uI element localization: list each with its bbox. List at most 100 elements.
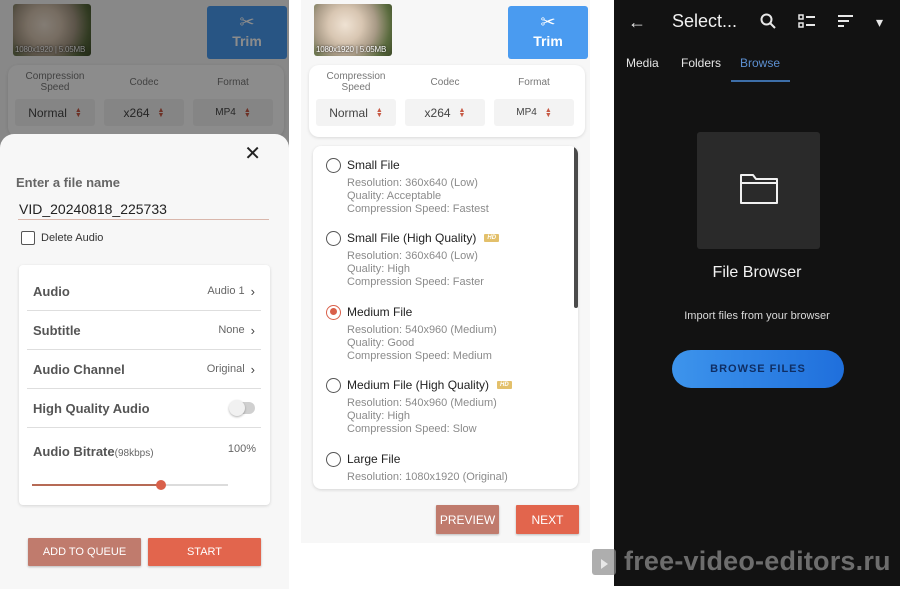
video-info-label: 1080x1920 | 5.05MB — [316, 45, 387, 54]
up-down-arrows-icon: ▲ ▼ — [544, 106, 552, 119]
option-label: Audio — [33, 283, 70, 299]
tab-browse[interactable]: Browse — [740, 56, 780, 70]
file-browser-title: File Browser — [712, 264, 802, 281]
add-to-queue-button[interactable]: ADD TO QUEUE — [28, 538, 141, 566]
preset-resolution: Resolution: 360x640 (Low) — [347, 250, 478, 262]
preset-title: Medium File — [347, 305, 413, 319]
file-name-label: Enter a file name — [16, 175, 121, 190]
list-view-icon[interactable] — [798, 12, 816, 34]
preview-button[interactable]: PREVIEW — [436, 505, 499, 534]
audio-bitrate-percent: 100% — [227, 443, 256, 455]
picker-title: Select... — [672, 11, 738, 31]
preset-selection-screen: 1080x1920 | 5.05MB ✂ Trim Compression Sp… — [301, 0, 590, 543]
close-icon[interactable]: ✕ — [244, 144, 261, 164]
preset-quality: Quality: Acceptable — [347, 190, 442, 202]
preset-speed: Compression Speed: Fastest — [347, 203, 489, 215]
preset-option-selected[interactable]: Medium File Resolution: 540x960 (Medium)… — [326, 304, 497, 363]
preset-speed: Compression Speed: Slow — [347, 423, 477, 435]
radio-button[interactable] — [326, 451, 341, 467]
preset-resolution: Resolution: 360x640 (Low) — [347, 177, 478, 189]
compression-speed-select[interactable]: Normal ▲ ▼ — [316, 99, 396, 126]
preset-option[interactable]: Small File Resolution: 360x640 (Low) Qua… — [326, 157, 489, 216]
start-button[interactable]: START — [148, 538, 261, 566]
up-down-arrows-icon: ▲ ▼ — [375, 106, 383, 119]
radio-button[interactable] — [326, 230, 341, 246]
preset-option[interactable]: Medium File (High Quality) HD Resolution:… — [326, 377, 512, 436]
audio-bitrate-label: Audio Bitrate — [33, 444, 115, 459]
top-app-bar: ← Select... ▾ — [614, 0, 900, 46]
high-quality-audio-label: High Quality Audio — [33, 400, 150, 416]
preset-option[interactable]: Small File (High Quality) HD Resolution: … — [326, 230, 500, 289]
preset-speed: Compression Speed: Medium — [347, 350, 492, 362]
file-name-input[interactable] — [18, 198, 269, 220]
trim-label: Trim — [533, 33, 563, 49]
radio-button-selected[interactable] — [326, 304, 341, 320]
preset-quality: Quality: Good — [347, 337, 415, 349]
sort-icon[interactable] — [837, 12, 855, 34]
file-browser-subtitle: Import files from your browser — [684, 310, 830, 322]
video-logo-icon — [592, 548, 616, 575]
compression-speed-label: Compression Speed — [326, 71, 386, 93]
codec-column: Codec x264 ▲ ▼ — [401, 65, 489, 126]
compression-speed-column: Compression Speed Normal ▲ ▼ — [312, 65, 400, 126]
option-row-subtitle[interactable]: Subtitle None › — [27, 311, 261, 350]
screenshot-collage: 1080x1920 | 5.05MB ✂ Trim Compression Sp… — [0, 0, 900, 589]
hd-badge-icon: HD — [484, 234, 500, 242]
slider-thumb[interactable] — [156, 480, 167, 490]
delete-audio-label: Delete Audio — [41, 232, 104, 244]
codec-label: Codec — [430, 76, 460, 88]
chevron-right-icon: › — [250, 361, 255, 377]
audio-options-card: Audio Audio 1 › Subtitle None › Audio Chan… — [19, 265, 270, 505]
save-options-screen: 1080x1920 | 5.05MB ✂ Trim Compression Sp… — [0, 0, 289, 589]
preset-speed: Compression Speed: Faster — [347, 276, 484, 288]
video-thumbnail[interactable]: 1080x1920 | 5.05MB — [314, 4, 392, 56]
tab-folders[interactable]: Folders — [681, 56, 721, 70]
codec-value: x264 — [424, 105, 451, 120]
delete-audio-checkbox-row[interactable]: Delete Audio — [21, 231, 103, 245]
preset-resolution: Resolution: 1080x1920 (Original) — [347, 471, 508, 483]
tab-media[interactable]: Media — [626, 56, 659, 70]
preset-quality: Quality: High — [347, 263, 410, 275]
back-arrow-icon[interactable]: ← — [628, 12, 646, 32]
high-quality-audio-toggle[interactable] — [229, 400, 255, 416]
format-value: MP4 — [516, 107, 537, 118]
preset-option[interactable]: Large File Resolution: 1080x1920 (Origin… — [326, 451, 508, 484]
codec-select[interactable]: x264 ▲ ▼ — [405, 99, 485, 126]
option-row-audio-channel[interactable]: Audio Channel Original › — [27, 350, 261, 389]
option-value: None — [218, 324, 245, 336]
save-bottom-sheet: ✕ Enter a file name Delete Audio Audio A… — [0, 134, 289, 589]
preset-title: Small File (High Quality) — [347, 231, 477, 245]
hd-badge-icon: HD — [497, 381, 512, 389]
option-row-high-quality-audio: High Quality Audio — [27, 389, 261, 428]
delete-audio-checkbox[interactable] — [21, 231, 35, 245]
radio-button[interactable] — [326, 157, 341, 173]
preset-title: Large File — [347, 452, 401, 466]
up-down-arrows-icon: ▲ ▼ — [458, 106, 466, 119]
option-row-audio[interactable]: Audio Audio 1 › — [27, 272, 261, 311]
preset-title: Medium File (High Quality) — [347, 378, 490, 392]
watermark-text: free-video-editors.ru — [624, 546, 891, 576]
format-label: Format — [518, 76, 550, 88]
scissors-icon: ✂ — [540, 12, 556, 32]
radio-button[interactable] — [326, 377, 341, 393]
format-select[interactable]: MP4 ▲ ▼ — [494, 99, 574, 126]
file-picker-screen: ← Select... ▾ Media Folders Browse File — [614, 0, 900, 586]
active-tab-indicator — [731, 80, 790, 82]
option-label: Subtitle — [33, 322, 81, 338]
option-value: Original — [206, 363, 245, 375]
preset-resolution: Resolution: 540x960 (Medium) — [347, 397, 497, 409]
watermark: free-video-editors.ru — [592, 546, 891, 577]
chevron-right-icon: › — [250, 283, 255, 299]
trim-button[interactable]: ✂ Trim — [508, 6, 588, 59]
dropdown-icon[interactable]: ▾ — [876, 12, 883, 32]
folder-icon — [739, 171, 779, 210]
audio-bitrate-slider[interactable] — [32, 480, 228, 490]
compression-speed-value: Normal — [329, 105, 368, 120]
browse-files-button[interactable]: BROWSE FILES — [672, 350, 844, 388]
next-button[interactable]: NEXT — [516, 505, 579, 534]
chevron-right-icon: › — [250, 322, 255, 338]
file-browser-illustration — [697, 132, 820, 249]
preset-list-scrollbar[interactable] — [574, 146, 578, 308]
preset-title: Small File — [347, 158, 400, 172]
search-icon[interactable] — [759, 12, 777, 34]
